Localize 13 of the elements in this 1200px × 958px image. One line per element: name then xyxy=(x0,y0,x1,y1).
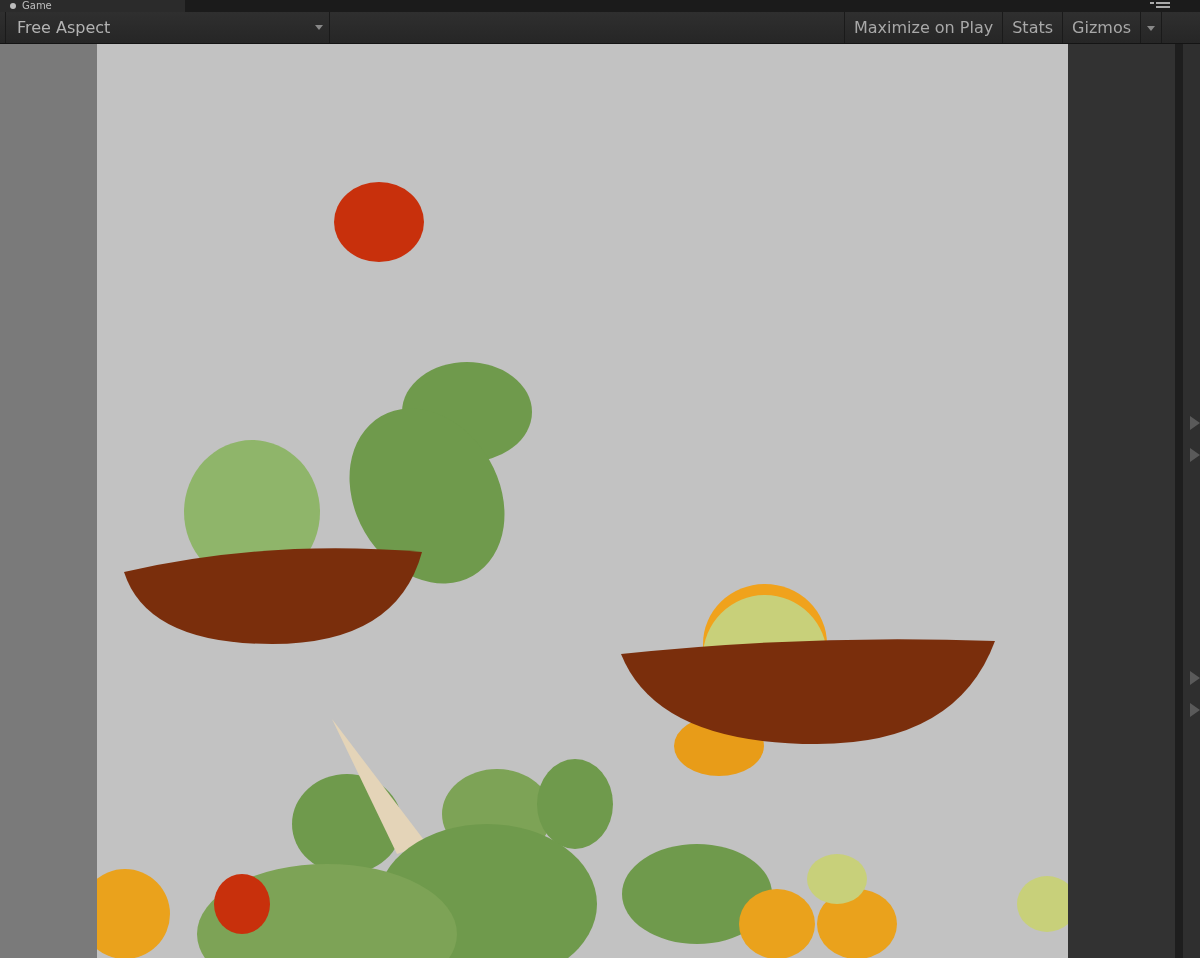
foldout-arrow-icon[interactable] xyxy=(1190,703,1200,717)
toolbar-toggle[interactable]: Maximize on Play xyxy=(843,12,1003,43)
menu-icon[interactable] xyxy=(1150,2,1170,10)
caret-icon xyxy=(1147,26,1155,31)
foldout-arrow-icon[interactable] xyxy=(1190,671,1200,685)
game-tab[interactable]: Game xyxy=(0,0,185,12)
aspect-dropdown[interactable]: Free Aspect xyxy=(5,12,330,43)
caret-icon xyxy=(315,25,323,30)
toolbar-button[interactable]: Gizmos xyxy=(1062,12,1140,43)
foldout-arrow-icon[interactable] xyxy=(1190,416,1200,430)
toolbar-toggle[interactable]: Stats xyxy=(1002,12,1063,43)
dropdown-caret-button[interactable] xyxy=(1140,12,1162,43)
foldout-arrow-icon[interactable] xyxy=(1190,448,1200,462)
